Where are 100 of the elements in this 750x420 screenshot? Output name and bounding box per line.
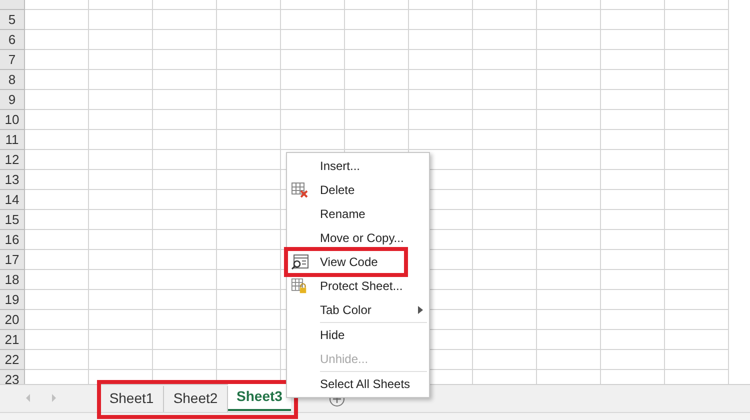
cell[interactable] bbox=[665, 350, 729, 370]
cell[interactable] bbox=[89, 350, 153, 370]
cell[interactable] bbox=[665, 210, 729, 230]
cell[interactable] bbox=[537, 210, 601, 230]
row-number[interactable]: 22 bbox=[0, 350, 25, 370]
cell[interactable] bbox=[537, 10, 601, 30]
cell[interactable] bbox=[601, 210, 665, 230]
cell[interactable] bbox=[153, 50, 217, 70]
cell[interactable] bbox=[281, 0, 345, 10]
cell[interactable] bbox=[217, 290, 281, 310]
cell[interactable] bbox=[409, 90, 473, 110]
row-header[interactable] bbox=[0, 0, 25, 10]
cell[interactable] bbox=[25, 0, 89, 10]
cell[interactable] bbox=[409, 30, 473, 50]
cell[interactable] bbox=[473, 270, 537, 290]
menu-item[interactable]: Move or Copy... bbox=[287, 230, 429, 246]
cell[interactable] bbox=[25, 90, 89, 110]
row-number[interactable]: 17 bbox=[0, 250, 25, 270]
cell[interactable] bbox=[665, 50, 729, 70]
cell[interactable] bbox=[601, 90, 665, 110]
cell[interactable] bbox=[89, 190, 153, 210]
cell[interactable] bbox=[89, 150, 153, 170]
cell[interactable] bbox=[281, 130, 345, 150]
menu-item[interactable]: Delete bbox=[287, 182, 429, 198]
row-number[interactable]: 15 bbox=[0, 210, 25, 230]
cell[interactable] bbox=[25, 190, 89, 210]
cell[interactable] bbox=[217, 10, 281, 30]
cell[interactable] bbox=[665, 250, 729, 270]
cell[interactable] bbox=[601, 290, 665, 310]
cell[interactable] bbox=[665, 230, 729, 250]
cell[interactable] bbox=[665, 150, 729, 170]
cell[interactable] bbox=[601, 110, 665, 130]
cell[interactable] bbox=[473, 0, 537, 10]
cell[interactable] bbox=[537, 190, 601, 210]
cell[interactable] bbox=[409, 130, 473, 150]
cell[interactable] bbox=[537, 290, 601, 310]
cell[interactable] bbox=[217, 250, 281, 270]
cell[interactable] bbox=[153, 130, 217, 150]
cell[interactable] bbox=[153, 350, 217, 370]
cell[interactable] bbox=[281, 90, 345, 110]
cell[interactable] bbox=[281, 70, 345, 90]
menu-item[interactable]: Rename bbox=[287, 206, 429, 222]
cell[interactable] bbox=[537, 130, 601, 150]
cell[interactable] bbox=[473, 10, 537, 30]
cell[interactable] bbox=[153, 90, 217, 110]
cell[interactable] bbox=[25, 330, 89, 350]
cell[interactable] bbox=[409, 10, 473, 30]
cell[interactable] bbox=[89, 50, 153, 70]
cell[interactable] bbox=[601, 330, 665, 350]
cell[interactable] bbox=[25, 250, 89, 270]
cell[interactable] bbox=[153, 190, 217, 210]
cell[interactable] bbox=[473, 210, 537, 230]
cell[interactable] bbox=[25, 70, 89, 90]
cell[interactable] bbox=[25, 170, 89, 190]
cell[interactable] bbox=[281, 30, 345, 50]
cell[interactable] bbox=[601, 0, 665, 10]
sheet-tab[interactable]: Sheet3 bbox=[228, 384, 291, 411]
cell[interactable] bbox=[473, 150, 537, 170]
cell[interactable] bbox=[89, 10, 153, 30]
cell[interactable] bbox=[409, 50, 473, 70]
row-number[interactable]: 12 bbox=[0, 150, 25, 170]
cell[interactable] bbox=[153, 250, 217, 270]
cell[interactable] bbox=[601, 270, 665, 290]
cell[interactable] bbox=[665, 190, 729, 210]
row-number[interactable]: 5 bbox=[0, 10, 25, 30]
cell[interactable] bbox=[281, 110, 345, 130]
cell[interactable] bbox=[345, 0, 409, 10]
cell[interactable] bbox=[153, 330, 217, 350]
row-number[interactable]: 10 bbox=[0, 110, 25, 130]
cell[interactable] bbox=[601, 350, 665, 370]
row-number[interactable]: 9 bbox=[0, 90, 25, 110]
cell[interactable] bbox=[409, 110, 473, 130]
cell[interactable] bbox=[409, 0, 473, 10]
cell[interactable] bbox=[537, 250, 601, 270]
cell[interactable] bbox=[473, 90, 537, 110]
cell[interactable] bbox=[665, 270, 729, 290]
cell[interactable] bbox=[473, 310, 537, 330]
row-number[interactable]: 20 bbox=[0, 310, 25, 330]
cell[interactable] bbox=[537, 50, 601, 70]
cell[interactable] bbox=[345, 110, 409, 130]
cell[interactable] bbox=[153, 290, 217, 310]
cell[interactable] bbox=[601, 170, 665, 190]
cell[interactable] bbox=[537, 70, 601, 90]
cell[interactable] bbox=[345, 10, 409, 30]
cell[interactable] bbox=[153, 30, 217, 50]
cell[interactable] bbox=[473, 290, 537, 310]
cell[interactable] bbox=[601, 70, 665, 90]
cell[interactable] bbox=[409, 70, 473, 90]
cell[interactable] bbox=[217, 0, 281, 10]
cell[interactable] bbox=[25, 130, 89, 150]
cell[interactable] bbox=[89, 310, 153, 330]
cell[interactable] bbox=[665, 0, 729, 10]
cell[interactable] bbox=[345, 70, 409, 90]
cell[interactable] bbox=[473, 350, 537, 370]
cell[interactable] bbox=[537, 350, 601, 370]
cell[interactable] bbox=[217, 110, 281, 130]
cell[interactable] bbox=[25, 230, 89, 250]
cell[interactable] bbox=[473, 230, 537, 250]
cell[interactable] bbox=[601, 250, 665, 270]
cell[interactable] bbox=[473, 190, 537, 210]
